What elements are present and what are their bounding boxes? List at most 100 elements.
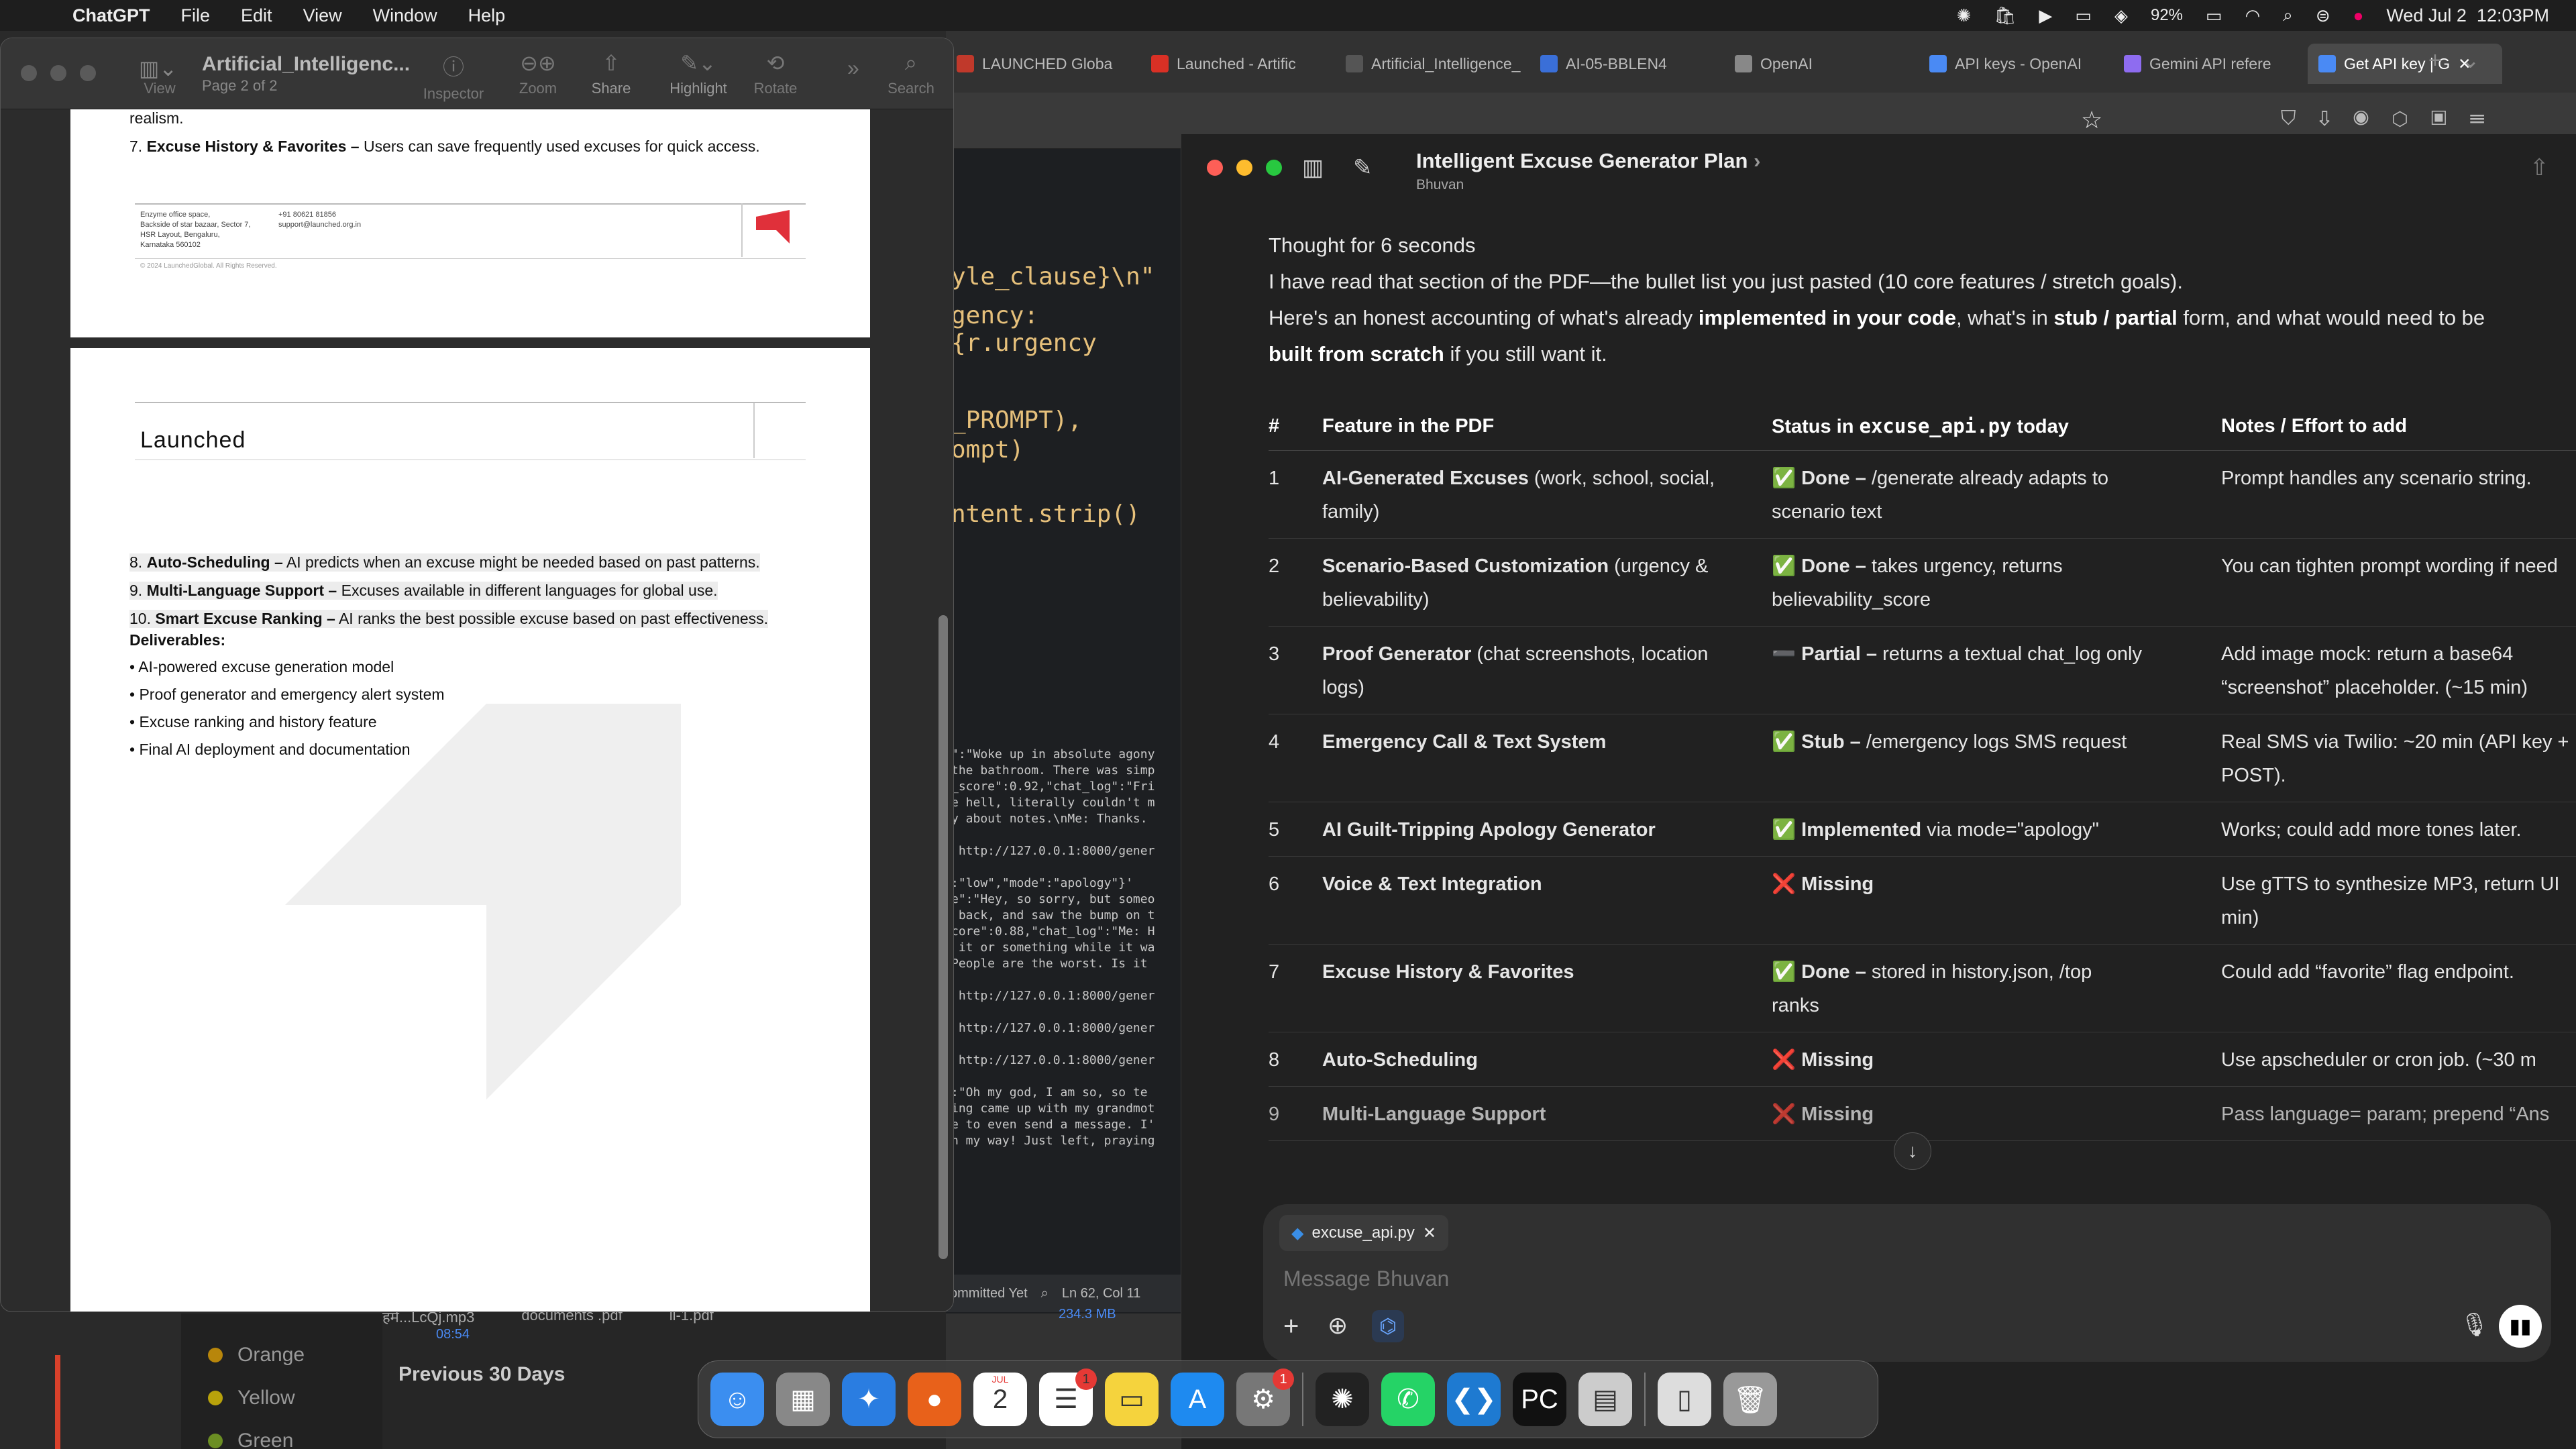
plus-icon[interactable]: + (1283, 1311, 1299, 1342)
browser-tab[interactable]: API keys - OpenAI (1919, 44, 2113, 84)
tab-favicon-icon (1151, 55, 1169, 72)
deliverables-heading: Deliverables: (129, 631, 226, 649)
voice-mode-button[interactable]: ▮▮ (2499, 1305, 2542, 1348)
firefox-icon[interactable]: ● (908, 1373, 961, 1426)
row-number: 4 (1269, 714, 1322, 802)
notes-text: “screenshot” placeholder. (~15 min) (2221, 677, 2528, 698)
close-button[interactable] (1207, 160, 1223, 176)
thought-indicator[interactable]: Thought for 6 seconds (1269, 233, 1475, 258)
close-button[interactable] (21, 65, 37, 81)
search-icon[interactable]: ⌕ (1041, 1286, 1049, 1301)
reminders-icon[interactable]: ☰ 1 (1039, 1368, 1097, 1426)
microphone-icon[interactable]: 🎙 (2460, 1311, 2489, 1338)
close-icon[interactable]: ✕ (1423, 1224, 1436, 1243)
tab-label: Launched - Artific (1177, 54, 1296, 72)
zoom-button[interactable] (80, 65, 96, 81)
message-input[interactable] (1283, 1262, 2290, 1295)
tab-label: AI-05-BBLEN4 (1566, 54, 1667, 72)
globe-icon[interactable]: ⊕ (1328, 1311, 1348, 1340)
display-icon[interactable]: ▭ (2075, 5, 2092, 26)
menu-edit[interactable]: Edit (241, 5, 272, 26)
notes-text: Could add “favorite” flag endpoint. (2221, 961, 2514, 983)
extensions-icons: ⛉⇩◉⬡▣☰ (2281, 107, 2508, 129)
app-menu[interactable]: ChatGPT (72, 5, 150, 26)
date-time[interactable]: Wed Jul 2 12:03PM (2386, 5, 2549, 26)
search-button[interactable]: ⌕ Search (867, 50, 953, 97)
feature-name: AI-Generated Excuses (1322, 468, 1529, 489)
dock-glyph: ▤ (1593, 1385, 1618, 1414)
dock-divider (1302, 1373, 1303, 1426)
browser-tab[interactable]: OpenAI (1724, 44, 1919, 84)
chatgpt-icon[interactable]: ✺ (1316, 1373, 1369, 1426)
terminal-line: :"Oh my god, I am so, so te (951, 1085, 1148, 1099)
siri-icon[interactable]: ● (2353, 5, 2364, 26)
inspector-button[interactable]: ⓘ Inspector (410, 50, 497, 103)
message-composer[interactable]: ◆ excuse_api.py ✕ + ⊕ ⌬ 🎙 ▮▮ (1263, 1204, 2551, 1362)
menu-help[interactable]: Help (468, 5, 506, 26)
system-settings-icon[interactable]: ⚙ 1 (1236, 1368, 1294, 1426)
notes-icon[interactable]: ▭ (1105, 1373, 1159, 1426)
terminal-line: _score":0.92,"chat_log":"Fri (951, 780, 1155, 794)
battery-icon[interactable]: ▭ (2206, 5, 2222, 26)
table-row: 1 AI-Generated Excuses (work, school, soc… (1269, 450, 2576, 539)
menu-file[interactable]: File (181, 5, 211, 26)
layers-icon[interactable]: ◈ (2114, 5, 2128, 26)
scrollbar[interactable] (938, 615, 948, 1259)
message-intro-1: I have read that section of the PDF—the … (1269, 270, 2183, 293)
preview-icon[interactable]: ▤ (1578, 1373, 1632, 1426)
rotate-button[interactable]: ⟲ Rotate (732, 50, 819, 97)
minimize-button[interactable] (1236, 160, 1252, 176)
bookmark-star-icon[interactable]: ☆ (2081, 106, 2102, 134)
status-detail: returns a textual chat_log only (1877, 643, 2142, 665)
view-button[interactable]: View (116, 80, 203, 97)
share-icon[interactable]: ⇧ (2530, 154, 2549, 181)
item-text: AI ranks the best possible excuse based … (335, 610, 769, 627)
browser-tab[interactable]: Launched - Artific (1140, 44, 1335, 84)
documents-icon[interactable]: ▯ (1658, 1373, 1711, 1426)
chatgpt-status-icon[interactable]: ✺ (1957, 5, 1972, 26)
more-chevron-icon[interactable]: » (847, 56, 859, 80)
address-line: Backside of star bazaar, Sector 7, (140, 221, 251, 229)
notes-cell: Pass language= param; prepend “Ans (2221, 1086, 2576, 1141)
share-button[interactable]: ⇧ Share (568, 50, 655, 97)
tag-item[interactable]: Green (208, 1419, 305, 1449)
attachment-chip[interactable]: ◆ excuse_api.py ✕ (1279, 1215, 1449, 1251)
item-text: Excuses available in different languages… (337, 582, 718, 599)
minimize-button[interactable] (50, 65, 66, 81)
bag-icon[interactable]: 🛍 (1994, 5, 2016, 26)
sidebar-toggle-icon[interactable]: ▥ (1302, 154, 1324, 181)
highlight-button[interactable]: ✎⌄ Highlight (655, 50, 742, 97)
calendar-icon[interactable]: 2 JUL (973, 1373, 1027, 1426)
launchpad-icon[interactable]: ▦ (776, 1373, 830, 1426)
browser-tab[interactable]: LAUNCHED Globa (946, 44, 1140, 84)
tag-item[interactable]: Yellow (208, 1377, 305, 1419)
vscode-icon[interactable]: ❮❯ (1447, 1373, 1501, 1426)
trash-icon[interactable]: 🗑 (1723, 1373, 1777, 1426)
wifi-icon[interactable]: ◠ (2245, 5, 2261, 26)
finder-icon[interactable]: ☺ (710, 1373, 764, 1426)
zoom-button[interactable] (1266, 160, 1282, 176)
tools-icon[interactable]: ⌬ (1372, 1310, 1404, 1342)
browser-tab[interactable]: Artificial_Intelligence_ (1335, 44, 1529, 84)
preview-toolbar: ▥⌄ Artificial_Intelligenc... Page 2 of 2… (1, 38, 953, 109)
row-number: 1 (1269, 450, 1322, 539)
menu-view[interactable]: View (303, 5, 342, 26)
play-icon[interactable]: ▶ (2039, 5, 2052, 26)
code-line: ntent.strip() (951, 500, 1140, 528)
chat-title[interactable]: Intelligent Excuse Generator Plan › (1416, 149, 1760, 173)
whatsapp-icon[interactable]: ✆ (1381, 1373, 1435, 1426)
menu-window[interactable]: Window (373, 5, 437, 26)
new-chat-icon[interactable]: ✎ (1353, 154, 1373, 181)
browser-tab[interactable]: Gemini API refere (2113, 44, 2308, 84)
search-icon[interactable]: ⌕ (2283, 5, 2293, 26)
safari-icon[interactable]: ✦ (842, 1373, 896, 1426)
tag-item[interactable]: Orange (208, 1334, 305, 1377)
table-row: 7 Excuse History & Favorites ✅ Done – stor… (1269, 944, 2576, 1032)
footer-contact: +91 80621 81856 support@launched.org.in (278, 210, 361, 230)
pycharm-icon[interactable]: PC (1513, 1373, 1566, 1426)
browser-tab[interactable]: AI-05-BBLEN4 (1529, 44, 1724, 84)
sidebar-toggle-icon[interactable]: ▥⌄ (139, 56, 177, 81)
control-center-icon[interactable]: ⊜ (2316, 5, 2330, 26)
scroll-down-button[interactable]: ↓ (1894, 1132, 1931, 1170)
app-store-icon[interactable]: A (1171, 1373, 1224, 1426)
